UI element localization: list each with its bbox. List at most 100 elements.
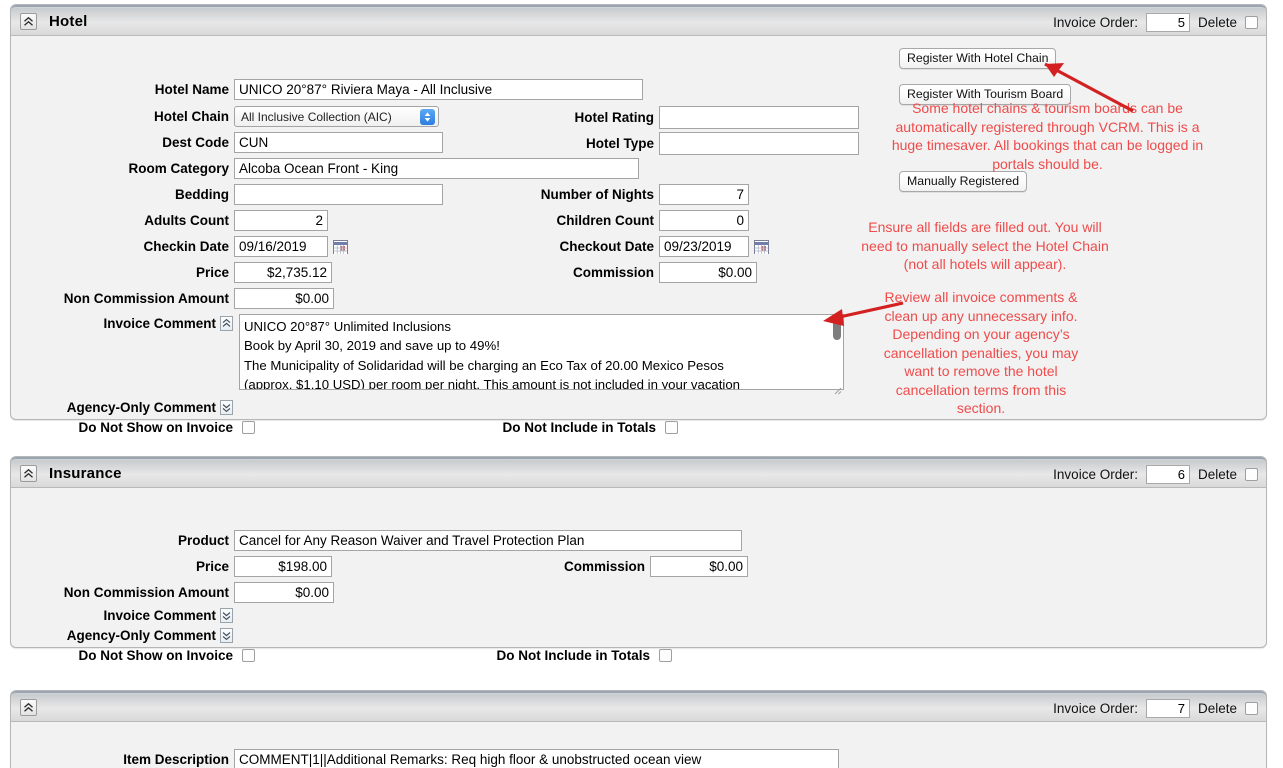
row-insurance-invoice-comment: Invoice Comment [11, 608, 233, 623]
delete-label: Delete [1197, 467, 1237, 482]
input-hotel-rating[interactable] [659, 106, 859, 129]
row-do-not-include-in-totals: Do Not Include in Totals [461, 420, 678, 435]
textarea-resize-grip[interactable] [831, 382, 842, 395]
row-insurance-commission: Commission [461, 556, 748, 577]
input-adults-count[interactable] [234, 210, 328, 231]
label-product: Product [177, 533, 229, 548]
chevron-up-down-icon [420, 109, 435, 125]
input-number-of-nights[interactable] [659, 184, 749, 205]
label-hotel-rating: Hotel Rating [574, 110, 655, 125]
register-hotel-chain-button[interactable]: Register With Hotel Chain [899, 48, 1057, 69]
input-insurance-price[interactable] [234, 556, 332, 577]
row-number-of-nights: Number of Nights [461, 184, 749, 205]
row-insurance-non-commission-amount: Non Commission Amount [11, 582, 334, 603]
label-insurance-agency-only-comment: Agency-Only Comment [66, 628, 216, 643]
expand-comment-icon[interactable] [220, 608, 233, 623]
label-checkout-date: Checkout Date [559, 239, 654, 254]
row-room-category: Room Category [11, 158, 639, 179]
label-hotel-name: Hotel Name [154, 82, 229, 97]
input-bedding[interactable] [234, 184, 443, 205]
checkbox-insurance-do-not-show-on-invoice[interactable] [242, 649, 255, 662]
row-hotel-chain: Hotel Chain All Inclusive Collection (AI… [11, 106, 439, 127]
hotel-panel-title: Hotel [49, 12, 88, 30]
input-room-category[interactable] [234, 158, 639, 179]
item-panel-body: Item Description Option Description [11, 722, 1266, 768]
label-adults-count: Adults Count [144, 213, 229, 228]
row-insurance-do-not-include-in-totals: Do Not Include in Totals [461, 648, 672, 663]
invoice-items-page: Hotel Invoice Order: Delete Hotel Name H… [0, 0, 1283, 768]
input-product[interactable] [234, 530, 742, 551]
manually-registered-button[interactable]: Manually Registered [899, 171, 1028, 192]
label-room-category: Room Category [128, 161, 229, 176]
collapse-icon[interactable] [20, 12, 37, 30]
delete-checkbox[interactable] [1245, 16, 1258, 29]
expand-comment-icon[interactable] [220, 400, 233, 415]
input-commission[interactable] [659, 262, 757, 283]
collapse-icon[interactable] [20, 698, 37, 716]
annotation-comments: Review all invoice comments & clean up a… [883, 289, 1079, 416]
row-checkin-date: Checkin Date [11, 236, 348, 257]
row-non-commission-amount: Non Commission Amount [11, 288, 334, 309]
checkbox-insurance-do-not-include-in-totals[interactable] [659, 649, 672, 662]
calendar-icon[interactable] [754, 239, 769, 254]
row-agency-only-comment: Agency-Only Comment [11, 400, 233, 415]
label-item-description: Item Description [123, 752, 229, 767]
label-price: Price [195, 265, 229, 280]
input-non-commission-amount[interactable] [234, 288, 334, 309]
insurance-header-controls: Invoice Order: Delete [1053, 459, 1258, 490]
annotation-fields: Ensure all fields are filled out. You wi… [861, 219, 1109, 272]
invoice-order-input[interactable] [1145, 465, 1190, 484]
label-checkin-date: Checkin Date [143, 239, 229, 254]
input-insurance-non-commission-amount[interactable] [234, 582, 334, 603]
label-invoice-comment: Invoice Comment [103, 316, 216, 331]
row-checkout-date: Checkout Date [461, 236, 769, 257]
row-invoice-comment: Invoice Comment [11, 316, 233, 332]
collapse-comment-icon[interactable] [220, 316, 233, 331]
input-insurance-commission[interactable] [650, 556, 748, 577]
collapse-icon[interactable] [20, 464, 37, 482]
annotation-register: Some hotel chains & tourism boards can b… [891, 100, 1204, 172]
input-checkin-date[interactable] [234, 236, 328, 257]
checkbox-do-not-include-in-totals[interactable] [665, 421, 678, 434]
label-agency-only-comment: Agency-Only Comment [66, 400, 216, 415]
label-insurance-non-commission-amount: Non Commission Amount [63, 585, 229, 600]
row-commission: Commission [461, 262, 757, 283]
label-commission: Commission [572, 265, 654, 280]
checkbox-do-not-show-on-invoice[interactable] [242, 421, 255, 434]
delete-checkbox[interactable] [1245, 702, 1258, 715]
expand-comment-icon[interactable] [220, 628, 233, 643]
label-do-not-show-on-invoice: Do Not Show on Invoice [78, 420, 234, 435]
input-hotel-type[interactable] [659, 132, 859, 155]
label-children-count: Children Count [556, 213, 655, 228]
register-hotel-chain-button-wrap: Register With Hotel Chain [899, 48, 1057, 69]
input-price[interactable] [234, 262, 332, 283]
delete-checkbox[interactable] [1245, 468, 1258, 481]
row-hotel-name: Hotel Name [11, 79, 651, 100]
label-insurance-do-not-show-on-invoice: Do Not Show on Invoice [78, 648, 234, 663]
input-checkout-date[interactable] [659, 236, 749, 257]
row-insurance-price: Price [11, 556, 332, 577]
label-hotel-type: Hotel Type [585, 136, 654, 151]
invoice-order-input[interactable] [1145, 13, 1190, 32]
invoice-order-input[interactable] [1145, 699, 1190, 718]
input-dest-code[interactable] [234, 132, 443, 153]
textarea-scrollbar-thumb[interactable] [833, 317, 841, 340]
item-panel-header: Invoice Order: Delete [11, 691, 1266, 722]
insurance-panel-header: Insurance Invoice Order: Delete [11, 457, 1266, 488]
row-insurance-agency-only-comment: Agency-Only Comment [11, 628, 233, 643]
input-children-count[interactable] [659, 210, 749, 231]
calendar-icon[interactable] [333, 239, 348, 254]
row-price: Price [11, 262, 332, 283]
input-hotel-name[interactable] [234, 79, 643, 100]
select-hotel-chain[interactable]: All Inclusive Collection (AIC) [234, 106, 439, 127]
label-do-not-include-in-totals: Do Not Include in Totals [502, 420, 657, 435]
invoice-comment-wrap [239, 314, 844, 395]
invoice-order-label: Invoice Order: [1053, 467, 1138, 482]
label-insurance-commission: Commission [563, 559, 645, 574]
input-item-description[interactable] [234, 749, 839, 768]
manually-registered-button-wrap: Manually Registered [899, 171, 1028, 192]
hotel-header-controls: Invoice Order: Delete [1053, 7, 1258, 38]
label-bedding: Bedding [175, 187, 229, 202]
row-dest-code: Dest Code [11, 132, 443, 153]
textarea-invoice-comment[interactable] [239, 314, 844, 390]
